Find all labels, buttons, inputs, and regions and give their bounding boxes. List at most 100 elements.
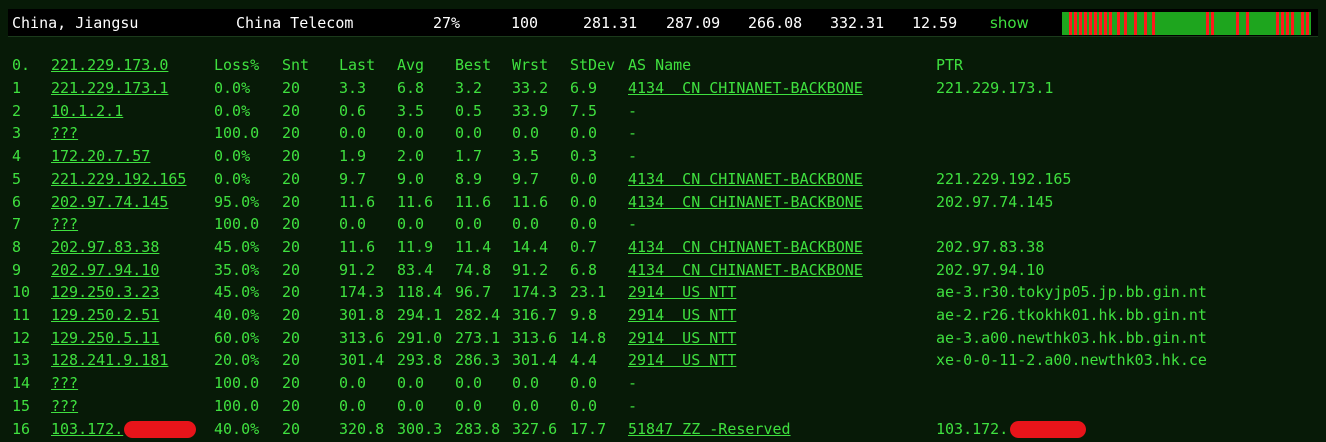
cell-snt: 20	[282, 124, 301, 143]
cell-hop: 5	[12, 169, 22, 188]
cell-wrst: 11.6	[512, 192, 549, 211]
cell-host-link[interactable]: 221.229.173.1	[51, 77, 168, 100]
cell-stdev: 0.0	[570, 396, 598, 415]
loss-tick	[1211, 12, 1214, 35]
cell-asname-link[interactable]: 4134 CN CHINANET-BACKBONE	[628, 236, 863, 259]
cell-asname-link[interactable]: 2914 US NTT	[628, 281, 736, 304]
table-row: 3??? 100.0 20 0.0 0.0 0.0 0.0 0.0 -	[0, 122, 1326, 145]
cell-wrst: 91.2	[512, 260, 549, 279]
cell-avg: 118.4	[397, 283, 443, 302]
loss-tick	[1084, 12, 1087, 35]
loss-tick	[1276, 12, 1279, 35]
cell-snt: 20	[282, 101, 301, 120]
cell-host-link[interactable]: 202.97.83.38	[51, 236, 159, 259]
header-host-link[interactable]: 221.229.173.0	[51, 54, 168, 77]
show-link[interactable]: show	[990, 13, 1029, 33]
redaction-mark	[1010, 420, 1086, 438]
cell-asname-link[interactable]: 4134 CN CHINANET-BACKBONE	[628, 191, 863, 214]
header-hop: 0.	[12, 56, 31, 74]
cell-host-link[interactable]: ???	[51, 213, 78, 236]
cell-hop: 8	[12, 237, 22, 256]
cell-loss: 100.0	[214, 124, 260, 143]
cell-host-link[interactable]: 202.97.74.145	[51, 191, 168, 214]
cell-wrst: 9.7	[512, 169, 540, 188]
cell-host-link[interactable]: 10.1.2.1	[51, 100, 123, 123]
cell-hop: 9	[12, 260, 22, 279]
cell-stdev: 9.8	[570, 306, 598, 324]
summary-loss: 27%	[433, 14, 461, 32]
cell-snt: 20	[282, 374, 301, 393]
cell-stdev: 6.8	[570, 260, 598, 279]
summary-best: 266.08	[748, 14, 803, 32]
cell-snt: 20	[282, 283, 301, 302]
cell-asname: -	[628, 124, 638, 143]
cell-asname-link[interactable]: 51847 ZZ -Reserved	[628, 418, 791, 441]
summary-worst: 332.31	[830, 14, 885, 32]
cell-stdev: 0.0	[570, 374, 598, 393]
header-best: Best	[455, 56, 492, 74]
cell-stdev: 17.7	[570, 419, 607, 438]
cell-host-link[interactable]: 129.250.5.11	[51, 327, 159, 350]
summary-last: 281.31	[583, 14, 638, 32]
cell-asname-link[interactable]: 4134 CN CHINANET-BACKBONE	[628, 77, 863, 100]
cell-asname: -	[628, 374, 638, 393]
cell-hop: 13	[12, 351, 31, 370]
cell-loss: 40.0%	[214, 306, 260, 324]
cell-best: 273.1	[455, 328, 501, 347]
cell-host-link[interactable]: ???	[51, 395, 78, 418]
header-ptr: PTR	[936, 56, 964, 74]
cell-asname-link[interactable]: 4134 CN CHINANET-BACKBONE	[628, 168, 863, 191]
cell-ptr: 221.229.173.1	[936, 79, 1054, 97]
loss-tick	[1124, 12, 1127, 35]
cell-host-link[interactable]: 172.20.7.57	[51, 145, 150, 168]
cell-avg: 9.0	[397, 169, 425, 188]
cell-asname-link[interactable]: 2914 US NTT	[628, 327, 736, 350]
cell-snt: 20	[282, 419, 301, 438]
cell-host-link[interactable]: 221.229.192.165	[51, 168, 186, 191]
cell-stdev: 23.1	[570, 283, 607, 302]
table-row: 4 172.20.7.57 0.0% 20 1.9 2.0 1.7 3.5 0.3 -	[0, 145, 1326, 168]
cell-best: 0.0	[455, 396, 483, 415]
cell-best: 282.4	[455, 306, 501, 324]
cell-host-link[interactable]: 129.250.3.23	[51, 281, 159, 304]
cell-asname-link[interactable]: 2914 US NTT	[628, 349, 736, 372]
cell-host-link[interactable]: ???	[51, 122, 78, 145]
cell-host-link[interactable]: 128.241.9.181	[51, 349, 168, 372]
cell-hop: 7	[12, 215, 22, 234]
cell-host-link[interactable]: 129.250.2.51	[51, 304, 159, 327]
cell-best: 286.3	[455, 351, 501, 370]
cell-ptr: ae-2.r26.tkokhk01.hk.bb.gin.nt	[936, 306, 1207, 324]
cell-host-link[interactable]: ???	[51, 372, 78, 395]
cell-wrst: 33.2	[512, 79, 549, 97]
cell-snt: 20	[282, 396, 301, 415]
cell-host-link[interactable]: 103.172.	[51, 418, 123, 441]
cell-last: 0.6	[339, 101, 367, 120]
cell-wrst: 301.4	[512, 351, 558, 370]
cell-host-link[interactable]: 202.97.94.10	[51, 259, 159, 282]
header-snt: Snt	[282, 56, 310, 74]
table-row: 7??? 100.0 20 0.0 0.0 0.0 0.0 0.0 -	[0, 213, 1326, 236]
loss-tick	[1099, 12, 1102, 35]
cell-hop: 11	[12, 306, 31, 324]
cell-wrst: 0.0	[512, 396, 540, 415]
cell-loss: 35.0%	[214, 260, 260, 279]
cell-asname-link[interactable]: 4134 CN CHINANET-BACKBONE	[628, 259, 863, 282]
cell-best: 74.8	[455, 260, 492, 279]
redaction-mark	[124, 420, 196, 438]
cell-ptr: 202.97.83.38	[936, 237, 1045, 256]
cell-last: 91.2	[339, 260, 376, 279]
loss-tick	[1144, 12, 1147, 35]
loss-tick	[1301, 12, 1304, 35]
cell-snt: 20	[282, 328, 301, 347]
cell-asname: -	[628, 147, 638, 166]
cell-avg: 291.0	[397, 328, 443, 347]
cell-asname-link[interactable]: 2914 US NTT	[628, 304, 736, 327]
cell-snt: 20	[282, 306, 301, 324]
cell-loss: 45.0%	[214, 283, 260, 302]
cell-last: 11.6	[339, 192, 376, 211]
cell-ptr: 202.97.94.10	[936, 260, 1045, 279]
cell-best: 0.0	[455, 215, 483, 234]
cell-wrst: 313.6	[512, 328, 558, 347]
cell-last: 320.8	[339, 419, 385, 438]
cell-last: 301.4	[339, 351, 385, 370]
